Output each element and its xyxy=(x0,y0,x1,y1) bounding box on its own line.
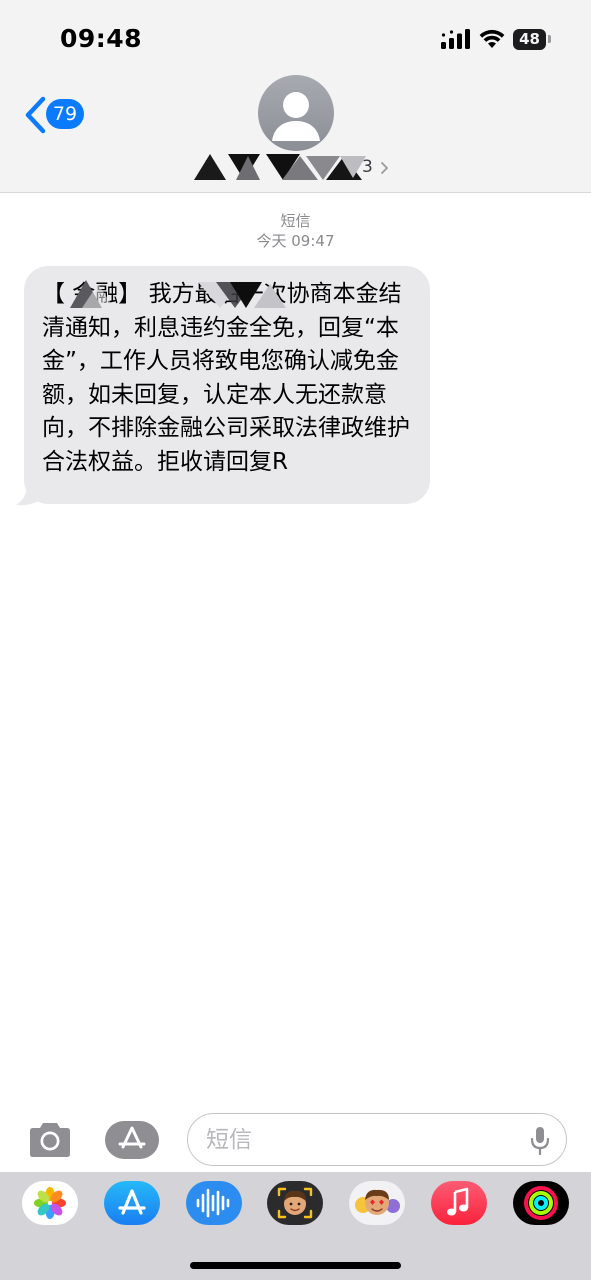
memoji-app-icon[interactable] xyxy=(267,1181,323,1225)
fitness-app-icon[interactable] xyxy=(513,1181,569,1225)
conversation-header: 09:48 48 79 1 xyxy=(0,0,591,193)
person-silhouette-icon xyxy=(272,92,320,141)
status-time: 09:48 xyxy=(60,24,143,53)
message-text: 【 金融】 我方最后一次协商本金结清通知，利息违约金全免，回复“本金”，工作人员… xyxy=(42,281,410,475)
home-indicator[interactable] xyxy=(190,1262,401,1269)
music-note-icon xyxy=(447,1187,469,1216)
message-input-field[interactable] xyxy=(187,1113,567,1166)
audio-message-app-icon[interactable] xyxy=(186,1181,242,1225)
service-label: 短信 xyxy=(280,212,311,230)
message-input[interactable] xyxy=(206,1124,506,1156)
contact-name-suffix: 3 xyxy=(362,157,373,177)
status-icons: 48 xyxy=(441,27,551,51)
sender-redaction-mosaic xyxy=(70,280,286,308)
message-meta: 短信 今天 09:47 xyxy=(0,212,591,251)
memoji-stickers-app-icon[interactable] xyxy=(349,1181,405,1225)
app-store-app-icon[interactable] xyxy=(104,1181,160,1225)
battery-level: 48 xyxy=(513,28,547,50)
activity-rings-icon xyxy=(524,1186,558,1220)
battery-cap xyxy=(548,35,551,43)
microphone-icon[interactable] xyxy=(530,1126,550,1156)
music-app-icon[interactable] xyxy=(431,1181,487,1225)
app-store-a-icon xyxy=(118,1189,146,1215)
battery-icon: 48 xyxy=(513,28,551,50)
memoji-face-icon xyxy=(277,1187,313,1219)
memoji-stickers-icon xyxy=(355,1189,400,1215)
contact-avatar-icon[interactable] xyxy=(258,75,334,151)
photos-app-icon[interactable] xyxy=(22,1181,78,1225)
unread-count-badge[interactable]: 79 xyxy=(46,99,84,129)
contact-details-chevron-icon[interactable] xyxy=(380,161,389,175)
incoming-message-bubble[interactable]: 【 金融】 我方最后一次协商本金结清通知，利息违约金全免，回复“本金”，工作人员… xyxy=(24,266,430,504)
photos-flower-icon xyxy=(34,1187,66,1219)
cellular-signal-icon xyxy=(441,29,470,49)
contact-name-row[interactable]: 1 3 xyxy=(190,152,401,182)
message-timestamp: 今天 09:47 xyxy=(256,232,335,250)
waveform-icon xyxy=(196,1188,230,1218)
app-store-icon[interactable] xyxy=(105,1121,159,1159)
camera-icon[interactable] xyxy=(26,1120,74,1160)
app-store-glyph xyxy=(118,1126,146,1149)
wifi-icon xyxy=(479,29,505,48)
